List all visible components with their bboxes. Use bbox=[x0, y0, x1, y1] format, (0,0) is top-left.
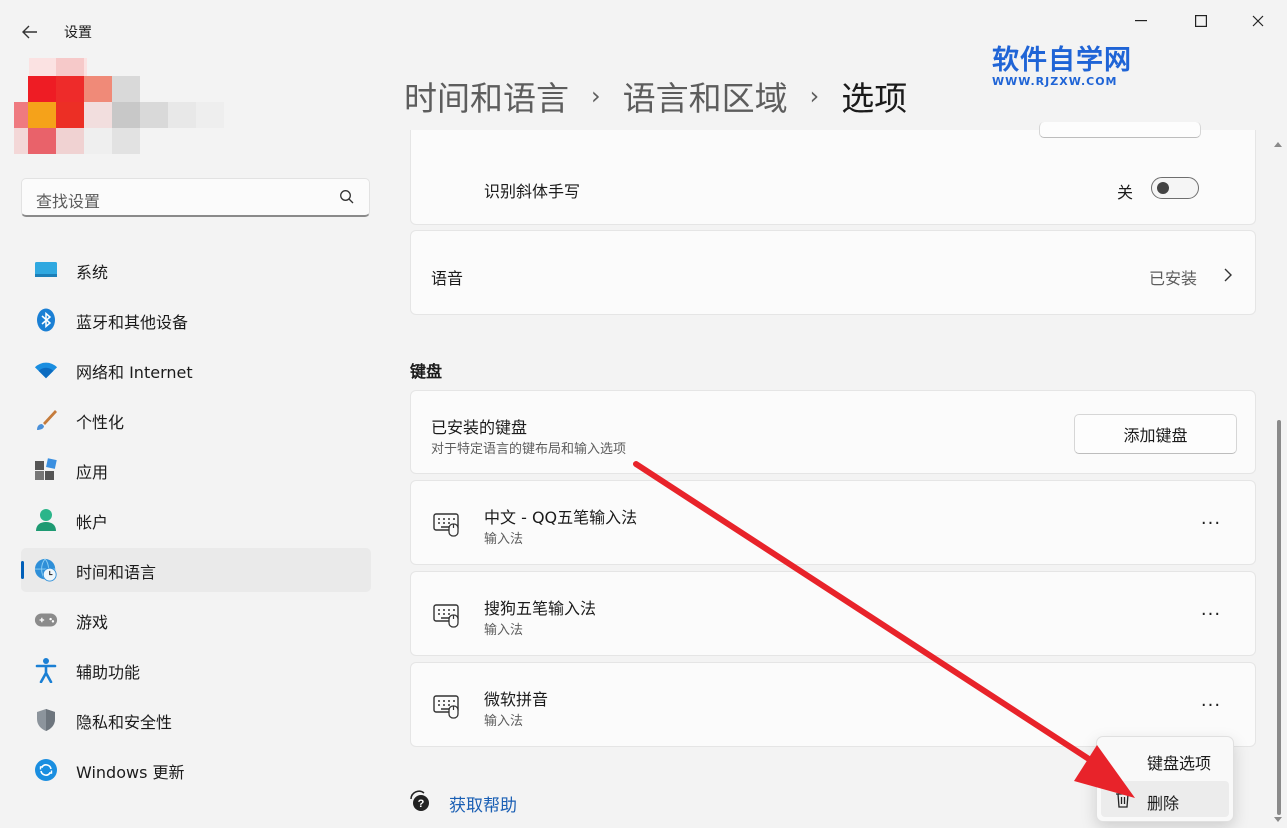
sidebar-item-label: 网络和 Internet bbox=[76, 359, 193, 383]
keyboard-name: 微软拼音 bbox=[484, 686, 548, 710]
sidebar-item-privacy[interactable]: 隐私和安全性 bbox=[21, 698, 371, 742]
watermark-title: 软件自学网 bbox=[992, 38, 1132, 77]
keyboard-type: 输入法 bbox=[484, 710, 523, 729]
globe-clock-icon bbox=[34, 558, 58, 582]
installed-keyboards-card: 已安装的键盘 对于特定语言的键布局和输入选项 添加键盘 bbox=[410, 390, 1256, 474]
active-indicator bbox=[21, 561, 24, 579]
sidebar-item-system[interactable]: 系统 bbox=[21, 248, 371, 292]
breadcrumb-time-language[interactable]: 时间和语言 bbox=[404, 72, 569, 120]
close-icon bbox=[1252, 15, 1264, 27]
minimize-icon bbox=[1135, 20, 1147, 22]
breadcrumb: 时间和语言 › 语言和区域 › 选项 bbox=[404, 72, 907, 120]
keyboard-row[interactable]: 中文 - QQ五笔输入法 输入法 ··· bbox=[410, 480, 1256, 565]
sidebar-item-accounts[interactable]: 帐户 bbox=[21, 498, 371, 542]
bluetooth-icon bbox=[34, 308, 58, 332]
keyboard-options-menu-item[interactable]: 键盘选项 bbox=[1101, 741, 1229, 777]
keyboard-name: 中文 - QQ五笔输入法 bbox=[484, 504, 637, 528]
chevron-right-icon bbox=[1223, 267, 1233, 283]
installed-keyboards-title: 已安装的键盘 bbox=[431, 414, 527, 438]
sidebar-item-bluetooth[interactable]: 蓝牙和其他设备 bbox=[21, 298, 371, 342]
scroll-down-icon[interactable] bbox=[1273, 816, 1283, 824]
more-options-button[interactable]: ··· bbox=[1195, 598, 1227, 630]
page-title: 选项 bbox=[841, 72, 907, 120]
sidebar-item-personalization[interactable]: 个性化 bbox=[21, 398, 371, 442]
sidebar-item-gaming[interactable]: 游戏 bbox=[21, 598, 371, 642]
watermark: 软件自学网 WWW.RJZXW.COM bbox=[992, 38, 1132, 88]
sidebar-item-apps[interactable]: 应用 bbox=[21, 448, 371, 492]
get-help-link[interactable]: 获取帮助 bbox=[449, 791, 517, 816]
keyboard-type: 输入法 bbox=[484, 528, 523, 547]
maximize-button[interactable] bbox=[1178, 6, 1224, 36]
sidebar-item-label: 应用 bbox=[76, 459, 108, 483]
brush-icon bbox=[34, 408, 58, 432]
avatar[interactable] bbox=[14, 58, 230, 162]
keyboard-icon bbox=[433, 693, 461, 719]
sidebar-item-label: 帐户 bbox=[76, 509, 108, 533]
speech-status: 已安装 bbox=[1149, 265, 1197, 289]
apps-icon bbox=[34, 458, 58, 482]
keyboard-row[interactable]: 搜狗五笔输入法 输入法 ··· bbox=[410, 571, 1256, 656]
scroll-up-icon[interactable] bbox=[1273, 140, 1283, 148]
search-icon[interactable] bbox=[339, 189, 355, 205]
minimize-button[interactable] bbox=[1118, 6, 1164, 36]
keyboard-section-title: 键盘 bbox=[410, 358, 442, 382]
sidebar-item-accessibility[interactable]: 辅助功能 bbox=[21, 648, 371, 692]
sidebar-item-label: Windows 更新 bbox=[76, 759, 185, 783]
search-placeholder: 查找设置 bbox=[36, 188, 100, 212]
delete-menu-item[interactable]: 删除 bbox=[1101, 781, 1229, 817]
italic-handwriting-label: 识别斜体手写 bbox=[484, 178, 580, 202]
sidebar-item-label: 系统 bbox=[76, 259, 108, 283]
keyboard-name: 搜狗五笔输入法 bbox=[484, 595, 596, 619]
menu-item-label: 键盘选项 bbox=[1147, 750, 1211, 774]
shield-icon bbox=[34, 708, 58, 732]
installed-keyboards-subtitle: 对于特定语言的键布局和输入选项 bbox=[431, 438, 626, 457]
close-button[interactable] bbox=[1235, 6, 1281, 36]
breadcrumb-separator: › bbox=[810, 82, 820, 110]
toggle-knob bbox=[1157, 182, 1169, 194]
sidebar-item-label: 游戏 bbox=[76, 609, 108, 633]
sidebar-item-time-language[interactable]: 时间和语言 bbox=[21, 548, 371, 592]
app-title: 设置 bbox=[64, 22, 92, 42]
watermark-url: WWW.RJZXW.COM bbox=[992, 75, 1132, 88]
svg-text:?: ? bbox=[418, 798, 425, 810]
sidebar-item-label: 隐私和安全性 bbox=[76, 709, 172, 733]
keyboard-type: 输入法 bbox=[484, 619, 523, 638]
speech-label: 语音 bbox=[431, 265, 463, 289]
keyboard-icon bbox=[433, 511, 461, 537]
sidebar-item-windows-update[interactable]: Windows 更新 bbox=[21, 748, 371, 792]
keyboard-icon bbox=[433, 602, 461, 628]
accessibility-icon bbox=[34, 658, 58, 682]
breadcrumb-language-region[interactable]: 语言和区域 bbox=[623, 72, 788, 120]
speech-card[interactable]: 语音 已安装 bbox=[410, 230, 1256, 315]
italic-handwriting-toggle[interactable] bbox=[1151, 177, 1199, 199]
context-menu: 键盘选项 删除 bbox=[1096, 736, 1234, 822]
partial-button[interactable] bbox=[1039, 122, 1201, 138]
help-icon: ? bbox=[408, 790, 432, 814]
update-icon bbox=[34, 758, 58, 782]
toggle-state-label: 关 bbox=[1117, 179, 1133, 203]
breadcrumb-separator: › bbox=[591, 82, 601, 110]
trash-icon bbox=[1115, 790, 1131, 808]
sidebar-item-label: 辅助功能 bbox=[76, 659, 140, 683]
gamepad-icon bbox=[34, 608, 58, 632]
more-options-button[interactable]: ··· bbox=[1195, 689, 1227, 721]
wifi-icon bbox=[34, 358, 58, 382]
person-icon bbox=[34, 508, 58, 532]
maximize-icon bbox=[1195, 15, 1207, 27]
sidebar-item-label: 蓝牙和其他设备 bbox=[76, 309, 188, 333]
handwriting-card: 识别斜体手写 关 bbox=[410, 130, 1256, 225]
more-options-button[interactable]: ··· bbox=[1195, 507, 1227, 539]
monitor-icon bbox=[34, 258, 58, 282]
keyboard-row[interactable]: 微软拼音 输入法 ··· bbox=[410, 662, 1256, 747]
sidebar-item-label: 个性化 bbox=[76, 409, 124, 433]
add-keyboard-button[interactable]: 添加键盘 bbox=[1074, 414, 1237, 454]
search-input[interactable]: 查找设置 bbox=[21, 178, 370, 217]
scrollbar-thumb[interactable] bbox=[1277, 420, 1281, 815]
sidebar-item-network[interactable]: 网络和 Internet bbox=[21, 348, 371, 392]
arrow-left-icon bbox=[22, 25, 38, 39]
menu-item-label: 删除 bbox=[1147, 790, 1179, 814]
back-button[interactable] bbox=[14, 18, 46, 46]
sidebar-item-label: 时间和语言 bbox=[76, 559, 156, 583]
